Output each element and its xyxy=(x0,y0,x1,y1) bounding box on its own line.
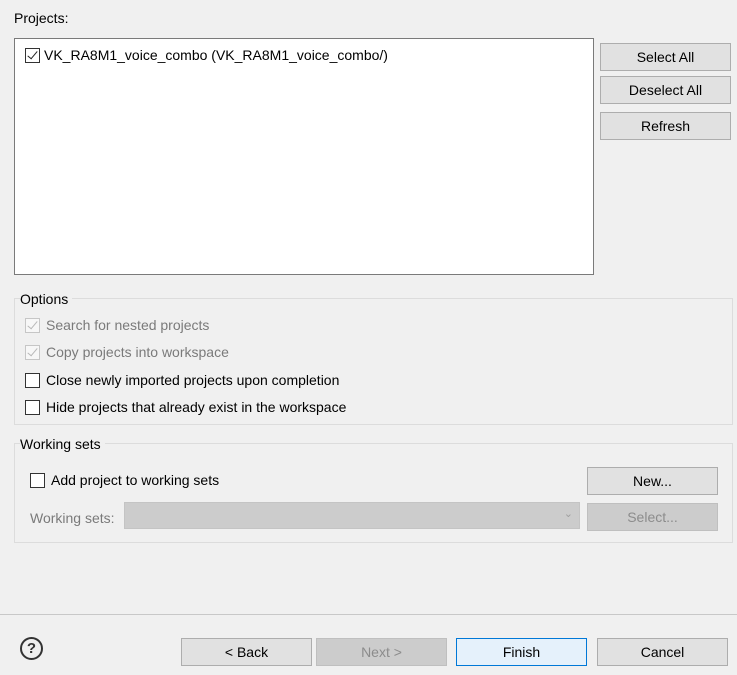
project-item-label: VK_RA8M1_voice_combo (VK_RA8M1_voice_com… xyxy=(44,47,388,63)
search-nested-option: Search for nested projects xyxy=(25,317,209,333)
options-legend: Options xyxy=(20,290,73,308)
back-button[interactable]: < Back xyxy=(181,638,312,666)
import-projects-dialog: Projects: VK_RA8M1_voice_combo (VK_RA8M1… xyxy=(0,0,737,675)
working-sets-combo: ⌄ xyxy=(124,502,580,529)
copy-into-workspace-checkbox xyxy=(25,344,40,360)
chevron-down-icon: ⌄ xyxy=(563,508,573,520)
add-to-working-sets-label: Add project to working sets xyxy=(51,472,220,488)
refresh-button[interactable]: Refresh xyxy=(600,112,731,140)
add-to-working-sets-option[interactable]: Add project to working sets xyxy=(30,472,219,488)
list-item[interactable]: VK_RA8M1_voice_combo (VK_RA8M1_voice_com… xyxy=(25,46,388,64)
working-sets-legend: Working sets xyxy=(20,435,105,453)
close-imported-checkbox[interactable] xyxy=(25,372,40,388)
help-icon[interactable]: ? xyxy=(20,637,43,660)
new-working-set-button[interactable]: New... xyxy=(587,467,718,495)
cancel-button[interactable]: Cancel xyxy=(597,638,728,666)
add-to-working-sets-checkbox[interactable] xyxy=(30,472,45,488)
deselect-all-button[interactable]: Deselect All xyxy=(600,76,731,104)
projects-label: Projects: xyxy=(14,10,69,26)
hide-existing-checkbox[interactable] xyxy=(25,399,40,415)
working-sets-field-label: Working sets: xyxy=(30,510,115,526)
select-all-button[interactable]: Select All xyxy=(600,43,731,71)
project-checkbox[interactable] xyxy=(25,47,40,63)
footer-separator xyxy=(0,614,737,615)
close-imported-option[interactable]: Close newly imported projects upon compl… xyxy=(25,372,339,388)
copy-into-workspace-label: Copy projects into workspace xyxy=(46,344,229,360)
search-nested-label: Search for nested projects xyxy=(46,317,210,333)
copy-into-workspace-option: Copy projects into workspace xyxy=(25,344,229,360)
projects-list[interactable] xyxy=(14,38,594,275)
select-working-sets-button: Select... xyxy=(587,503,718,531)
close-imported-label: Close newly imported projects upon compl… xyxy=(46,372,340,388)
hide-existing-label: Hide projects that already exist in the … xyxy=(46,399,347,415)
hide-existing-option[interactable]: Hide projects that already exist in the … xyxy=(25,399,346,415)
finish-button[interactable]: Finish xyxy=(456,638,587,666)
next-button: Next > xyxy=(316,638,447,666)
search-nested-checkbox xyxy=(25,317,40,333)
